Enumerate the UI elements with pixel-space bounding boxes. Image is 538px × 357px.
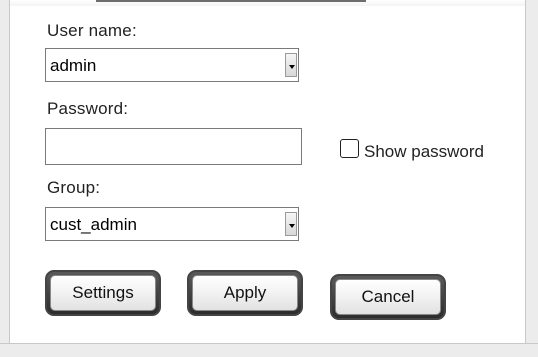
username-select[interactable]: admin	[45, 48, 299, 82]
cancel-button[interactable]: Cancel	[330, 274, 446, 320]
username-label: User name:	[47, 21, 137, 40]
apply-button[interactable]: Apply	[187, 270, 303, 316]
group-dropdown-button[interactable]	[285, 212, 297, 236]
show-password-checkbox[interactable]	[340, 139, 359, 158]
bottom-border	[0, 343, 538, 357]
chevron-down-icon	[289, 65, 295, 69]
left-border	[0, 0, 10, 357]
settings-button-label: Settings	[50, 275, 156, 311]
username-dropdown-button[interactable]	[285, 53, 297, 77]
password-field[interactable]	[45, 128, 302, 165]
group-select-value: cust_admin	[50, 215, 137, 234]
cancel-button-label: Cancel	[335, 279, 441, 315]
top-divider	[96, 0, 366, 2]
settings-button[interactable]: Settings	[45, 270, 161, 316]
group-select[interactable]: cust_admin	[45, 207, 299, 241]
password-label: Password:	[47, 99, 129, 118]
chevron-down-icon	[289, 224, 295, 228]
user-account-form: User name: admin Password: Show password…	[0, 0, 538, 357]
username-select-value: admin	[50, 56, 97, 75]
apply-button-label: Apply	[192, 275, 298, 311]
group-label: Group:	[47, 178, 101, 197]
right-border	[525, 0, 538, 357]
show-password-label[interactable]: Show password	[364, 142, 484, 162]
